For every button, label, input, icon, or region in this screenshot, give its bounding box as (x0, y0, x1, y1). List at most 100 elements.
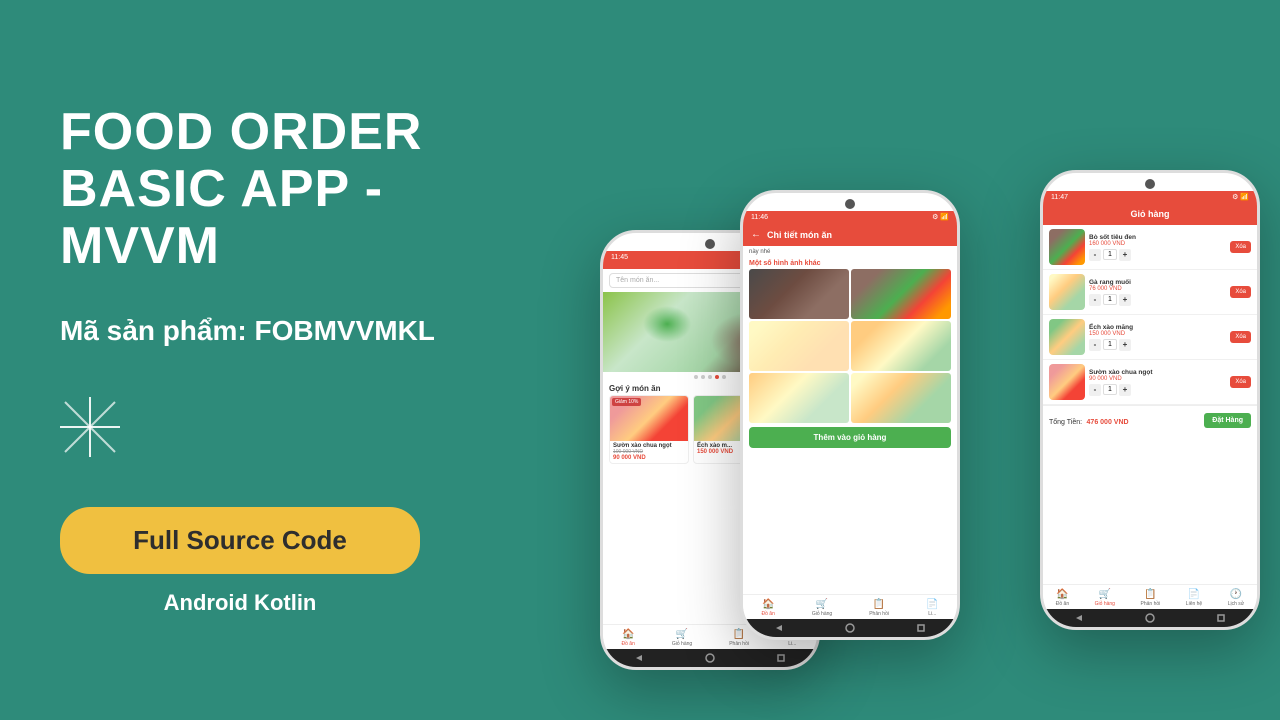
photo-6 (851, 373, 951, 423)
cart-item4-plus[interactable]: + (1119, 384, 1131, 396)
cart-item2-price: 76 000 VND (1089, 286, 1226, 292)
total-label-text: Tổng Tiền: (1049, 419, 1082, 426)
p3-nav-food-icon: 🏠 (1056, 589, 1068, 600)
back-arrow[interactable]: ← (751, 229, 761, 240)
order-button[interactable]: Đặt Hàng (1204, 413, 1251, 428)
cart-item1-minus[interactable]: - (1089, 249, 1101, 261)
phones-panel: 11:45 ⚙ 📶 Tên món ăn... Gợi ý món ăn Giả… (560, 0, 1280, 720)
phone2-appbar: ← Chi tiết món ăn (743, 223, 957, 246)
p2-recents-btn[interactable] (914, 621, 928, 635)
cart-total-bar: Tổng Tiền: 476 000 VND Đặt Hàng (1043, 405, 1257, 434)
p3-nav-cart-icon: 🛒 (1099, 589, 1111, 600)
cart-item4-name: Sườn xào chua ngọt (1089, 369, 1226, 376)
cart-item2-image (1049, 274, 1085, 310)
phone3-camera (1145, 179, 1155, 189)
p2-nav-cart[interactable]: 🛒 Giỏ hàng (812, 599, 832, 617)
back-btn[interactable] (632, 651, 646, 665)
phone3-time: 11:47 (1051, 194, 1068, 201)
star-decoration (60, 397, 120, 457)
phone-2: 11:46 ⚙ 📶 ← Chi tiết món ăn này nhé Một … (740, 190, 960, 640)
total-amount-value: 476 000 VND (1087, 419, 1129, 426)
cart-item1-plus[interactable]: + (1119, 249, 1131, 261)
cart-item3-qty: - 1 + (1089, 339, 1226, 351)
p3-back-btn[interactable] (1072, 611, 1086, 625)
food-card-1[interactable]: Giảm 10% Sườn xào chua ngọt 100 000 VND … (609, 395, 689, 464)
p2-home-btn[interactable] (843, 621, 857, 635)
p3-nav-cart[interactable]: 🛒 Giỏ hàng (1095, 589, 1115, 607)
phone-3: 11:47 ⚙ 📶 Giỏ hàng Bò sốt tiêu đen 160 0… (1040, 170, 1260, 630)
phone3-android-nav (1043, 609, 1257, 627)
phone3-appbar: Giỏ hàng (1043, 203, 1257, 225)
home-btn[interactable] (703, 651, 717, 665)
recents-btn[interactable] (774, 651, 788, 665)
photo-4 (851, 321, 951, 371)
cart-item4-minus[interactable]: - (1089, 384, 1101, 396)
dot-4 (715, 375, 719, 379)
nav-food-icon: 🏠 (622, 629, 634, 640)
cart-item2-plus[interactable]: + (1119, 294, 1131, 306)
food1-discount: Giảm 10% (612, 398, 641, 406)
phone1-android-nav (603, 649, 817, 667)
p3-recents-btn[interactable] (1214, 611, 1228, 625)
cart-item-1: Bò sốt tiêu đen 160 000 VND - 1 + Xóa (1043, 225, 1257, 270)
cart-item2-info: Gà rang muối 76 000 VND - 1 + (1089, 279, 1226, 306)
p2-nav-feedback[interactable]: 📋 Phản hồi (869, 599, 889, 617)
nav-food[interactable]: 🏠 Đồ ăn (622, 629, 635, 647)
p3-nav-contact[interactable]: 📄 Liên hệ (1186, 589, 1202, 607)
dot-2 (701, 375, 705, 379)
cart-item3-price: 150 000 VND (1089, 331, 1226, 337)
cart-item3-plus[interactable]: + (1119, 339, 1131, 351)
product-code-value: FOBMVVMKL (254, 315, 434, 346)
title-line1: FOOD ORDER (60, 103, 422, 161)
cart-item-4: Sườn xào chua ngọt 90 000 VND - 1 + Xóa (1043, 360, 1257, 405)
cart-item1-image (1049, 229, 1085, 265)
cart-item4-delete[interactable]: Xóa (1230, 376, 1251, 388)
cart-item3-delete[interactable]: Xóa (1230, 331, 1251, 343)
p2-back-btn[interactable] (772, 621, 786, 635)
phone3-bottom-nav: 🏠 Đồ ăn 🛒 Giỏ hàng 📋 Phản hồi 📄 Liên hệ … (1043, 584, 1257, 609)
p3-nav-feedback[interactable]: 📋 Phản hồi (1141, 589, 1161, 607)
phone1-camera (705, 239, 715, 249)
cart-item1-delete[interactable]: Xóa (1230, 241, 1251, 253)
nav-food-label: Đồ ăn (622, 641, 635, 647)
cart-item1-info: Bò sốt tiêu đen 160 000 VND - 1 + (1089, 234, 1226, 261)
cart-item3-minus[interactable]: - (1089, 339, 1101, 351)
cart-item2-minus[interactable]: - (1089, 294, 1101, 306)
cart-item2-qty: - 1 + (1089, 294, 1226, 306)
nav-cart-icon: 🛒 (676, 629, 688, 640)
add-to-cart-button[interactable]: Thêm vào giỏ hàng (749, 427, 951, 448)
phone3-status-bar: 11:47 ⚙ 📶 (1043, 191, 1257, 203)
cta-button-label: Full Source Code (133, 525, 347, 555)
p2-nav-food[interactable]: 🏠 Đồ ăn (762, 599, 775, 617)
food1-new-price: 90 000 VND (613, 455, 685, 461)
p2-nav-more-label: Li... (928, 611, 936, 617)
cart-item-2: Gà rang muối 76 000 VND - 1 + Xóa (1043, 270, 1257, 315)
cart-item3-info: Ếch xào măng 150 000 VND - 1 + (1089, 324, 1226, 351)
p3-nav-history[interactable]: 🕐 Lịch sử (1228, 589, 1244, 607)
food1-info: Sườn xào chua ngọt 100 000 VND 90 000 VN… (610, 441, 688, 463)
photo-3 (749, 321, 849, 371)
cart-item3-value: 1 (1103, 339, 1117, 350)
phone2-time: 11:46 (751, 214, 768, 221)
nav-cart[interactable]: 🛒 Giỏ hàng (672, 629, 692, 647)
nav-feedback-label: Phản hồi (729, 641, 749, 647)
phone2-title: Chi tiết món ăn (767, 230, 832, 240)
phone3-icons: ⚙ 📶 (1232, 193, 1249, 201)
p3-nav-food-label: Đồ ăn (1056, 601, 1069, 607)
cart-item2-delete[interactable]: Xóa (1230, 286, 1251, 298)
cart-item4-image (1049, 364, 1085, 400)
photo-1 (749, 269, 849, 319)
p2-nav-food-icon: 🏠 (762, 599, 774, 610)
p2-nav-more[interactable]: 📄 Li... (926, 599, 938, 617)
p3-nav-food[interactable]: 🏠 Đồ ăn (1056, 589, 1069, 607)
full-source-code-button[interactable]: Full Source Code (60, 507, 420, 574)
phone2-bottom-nav: 🏠 Đồ ăn 🛒 Giỏ hàng 📋 Phản hồi 📄 Li... (743, 594, 957, 619)
cart-item4-price: 90 000 VND (1089, 376, 1226, 382)
phone2-photos-label: Một số hình ảnh khác (743, 258, 957, 269)
p3-nav-feedback-label: Phản hồi (1141, 601, 1161, 607)
cart-item2-name: Gà rang muối (1089, 279, 1226, 286)
p3-home-btn[interactable] (1143, 611, 1157, 625)
p2-nav-more-icon: 📄 (926, 599, 938, 610)
nav-cart-label: Giỏ hàng (672, 641, 692, 647)
p2-nav-food-label: Đồ ăn (762, 611, 775, 617)
